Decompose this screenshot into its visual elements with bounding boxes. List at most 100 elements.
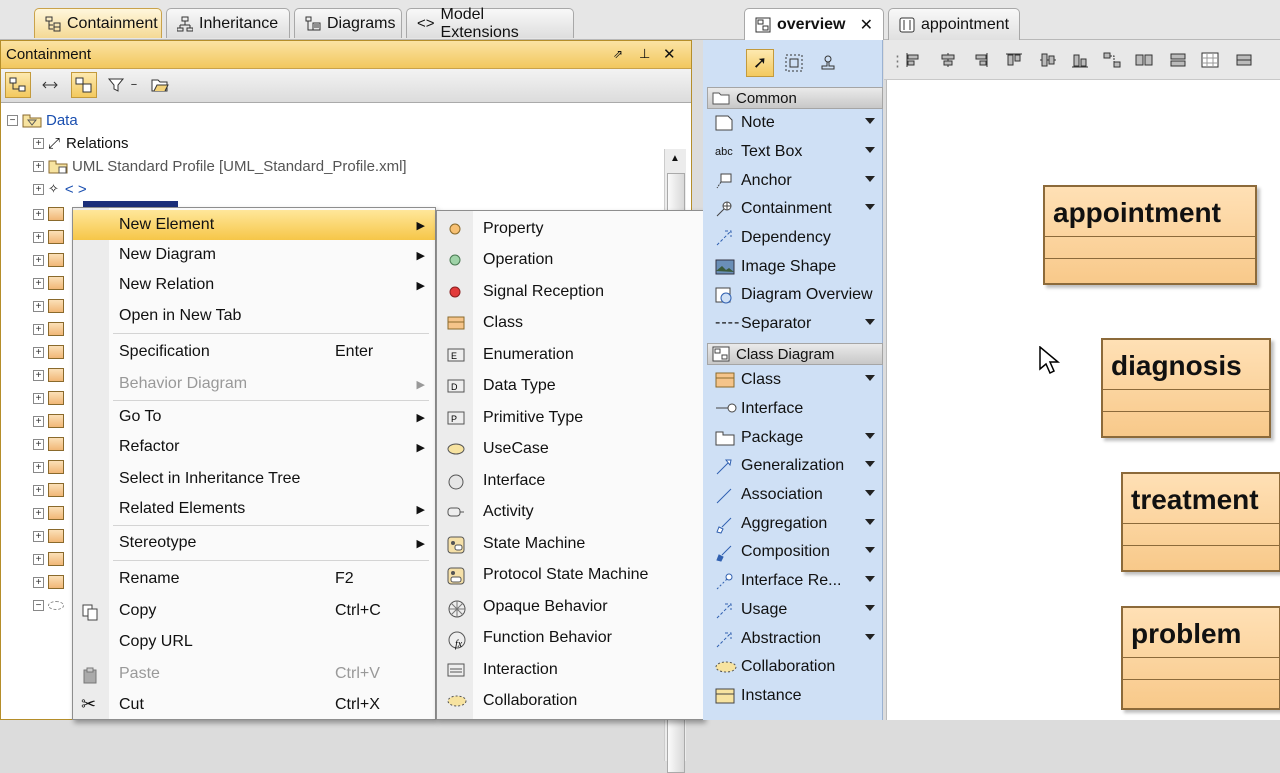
align-top-button[interactable] — [1004, 52, 1024, 68]
dropdown-arrow-icon[interactable] — [865, 433, 875, 439]
submenu-item-class[interactable]: Class — [437, 308, 703, 338]
expand-node-icon[interactable]: + — [33, 484, 44, 496]
palette-item-usage[interactable]: Usage — [707, 596, 883, 624]
menu-item-cut[interactable]: ✂ Cut Ctrl+X — [73, 690, 435, 720]
uml-class-appointment[interactable]: appointment — [1043, 185, 1257, 285]
uml-class-treatment[interactable]: treatment — [1121, 472, 1280, 572]
expand-node-icon[interactable]: + — [33, 323, 44, 335]
expand-node-icon[interactable]: + — [33, 507, 44, 519]
expand-node-icon[interactable]: + — [33, 300, 44, 312]
palette-item-composition[interactable]: Composition — [707, 538, 883, 566]
dropdown-arrow-icon[interactable] — [865, 118, 875, 124]
menu-item-stereotype[interactable]: Stereotype ▶ — [73, 528, 435, 558]
palette-item-instance[interactable]: Instance — [707, 682, 883, 710]
submenu-item-opaque-behavior[interactable]: Opaque Behavior — [437, 592, 703, 622]
pointer-tool-button[interactable]: ➚ — [746, 49, 774, 77]
expand-node-icon[interactable]: + — [33, 346, 44, 358]
tab-appointment[interactable]: appointment — [888, 8, 1020, 40]
palette-item-package[interactable]: Package — [707, 424, 883, 452]
tab-containment[interactable]: Containment — [34, 8, 162, 38]
expand-node-icon[interactable]: + — [33, 254, 44, 266]
dropdown-arrow-icon[interactable] — [865, 147, 875, 153]
expand-node-icon[interactable]: + — [33, 461, 44, 473]
palette-item-interface[interactable]: Interface — [707, 395, 883, 423]
submenu-item-property[interactable]: Property — [437, 214, 703, 244]
dropdown-arrow-icon[interactable] — [865, 375, 875, 381]
palette-item-association[interactable]: Association — [707, 481, 883, 509]
dropdown-arrow-icon[interactable] — [865, 605, 875, 611]
uml-class-problem[interactable]: problem — [1121, 606, 1280, 710]
dropdown-arrow-icon[interactable] — [865, 204, 875, 210]
submenu-item-activity[interactable]: Activity — [437, 497, 703, 527]
distribute-button[interactable] — [1102, 52, 1122, 68]
collapse-node-icon[interactable]: − — [7, 114, 18, 126]
uml-class-diagnosis[interactable]: diagnosis — [1101, 338, 1271, 438]
menu-item-new-element[interactable]: New Element ▶ — [73, 210, 435, 240]
show-full-types-button[interactable] — [5, 72, 31, 98]
pin-icon[interactable]: ⊥ — [639, 46, 650, 62]
expand-node-icon[interactable]: + — [33, 231, 44, 243]
dropdown-arrow-icon[interactable] — [865, 176, 875, 182]
menu-item-rename[interactable]: Rename F2 — [73, 564, 435, 594]
expand-node-icon[interactable]: + — [33, 160, 44, 172]
tree-node-element[interactable]: + ✧ < > — [33, 178, 87, 200]
dropdown-arrow-icon[interactable] — [865, 519, 875, 525]
menu-item-refactor[interactable]: Refactor ▶ — [73, 432, 435, 462]
palette-item-collaboration[interactable]: Collaboration — [707, 653, 883, 681]
palette-section-common[interactable]: Common — [707, 87, 883, 109]
expand-node-icon[interactable]: + — [33, 553, 44, 565]
expand-node-icon[interactable]: + — [33, 208, 44, 220]
expand-node-icon[interactable]: + — [33, 438, 44, 450]
dropdown-arrow-icon[interactable] — [865, 319, 875, 325]
menu-item-open-in-new-tab[interactable]: Open in New Tab — [73, 301, 435, 331]
marquee-tool-button[interactable] — [780, 49, 808, 77]
submenu-item-interaction[interactable]: Interaction — [437, 655, 703, 685]
float-icon[interactable]: ⇗ — [613, 47, 623, 61]
tree-node-data[interactable]: − Data — [7, 109, 78, 131]
expand-node-icon[interactable]: + — [33, 392, 44, 404]
tree-node-relations[interactable]: + ⤢ Relations — [33, 132, 129, 154]
submenu-item-usecase[interactable]: UseCase — [437, 434, 703, 464]
tree-node-uml-profile[interactable]: + UML Standard Profile [UML_Standard_Pro… — [33, 155, 407, 177]
submenu-item-protocol-state-machine[interactable]: Protocol State Machine — [437, 560, 703, 590]
stamp-tool-button[interactable] — [814, 49, 842, 77]
diagram-canvas[interactable]: appointment diagnosis treatment problem — [886, 80, 1280, 720]
menu-item-new-diagram[interactable]: New Diagram ▶ — [73, 240, 435, 270]
collapse-button[interactable] — [37, 72, 63, 98]
palette-item-interface-realization[interactable]: Interface Re... — [707, 567, 883, 595]
align-center-button[interactable] — [938, 52, 958, 68]
grid-button[interactable] — [1200, 52, 1220, 68]
expand-node-icon[interactable]: + — [33, 183, 44, 195]
align-right-button[interactable] — [970, 52, 990, 68]
menu-item-new-relation[interactable]: New Relation ▶ — [73, 270, 435, 300]
tab-diagrams[interactable]: Diagrams — [294, 8, 402, 38]
expand-node-icon[interactable]: + — [33, 530, 44, 542]
align-left-button[interactable] — [904, 52, 924, 68]
palette-item-generalization[interactable]: Generalization — [707, 452, 883, 480]
menu-item-related-elements[interactable]: Related Elements ▶ — [73, 494, 435, 524]
dropdown-arrow-icon[interactable] — [865, 576, 875, 582]
palette-item-aggregation[interactable]: Aggregation — [707, 510, 883, 538]
expand-node-icon[interactable]: + — [33, 369, 44, 381]
menu-item-go-to[interactable]: Go To ▶ — [73, 402, 435, 432]
submenu-item-state-machine[interactable]: State Machine — [437, 529, 703, 559]
filter-dropdown[interactable]: − — [127, 72, 141, 98]
filter-button[interactable] — [103, 72, 129, 98]
palette-item-anchor[interactable]: Anchor — [707, 167, 883, 195]
menu-item-copy[interactable]: Copy Ctrl+C — [73, 596, 435, 626]
close-icon[interactable]: ✕ — [663, 45, 676, 63]
dropdown-arrow-icon[interactable] — [865, 547, 875, 553]
menu-item-specification[interactable]: Specification Enter — [73, 337, 435, 367]
palette-item-image-shape[interactable]: Image Shape — [707, 253, 883, 281]
submenu-item-signal-reception[interactable]: Signal Reception — [437, 277, 703, 307]
submenu-item-data-type[interactable]: D Data Type — [437, 371, 703, 401]
align-middle-button[interactable] — [1038, 52, 1058, 68]
group-button[interactable] — [71, 72, 97, 98]
tab-model-extensions[interactable]: <> Model Extensions — [406, 6, 574, 41]
palette-item-note[interactable]: Note — [707, 109, 883, 137]
align-bottom-button[interactable] — [1070, 52, 1090, 68]
open-button[interactable] — [147, 72, 173, 98]
tab-overview[interactable]: overview ✕ — [744, 8, 884, 40]
palette-item-class[interactable]: Class — [707, 366, 883, 394]
palette-item-diagram-overview[interactable]: Diagram Overview — [707, 281, 883, 309]
